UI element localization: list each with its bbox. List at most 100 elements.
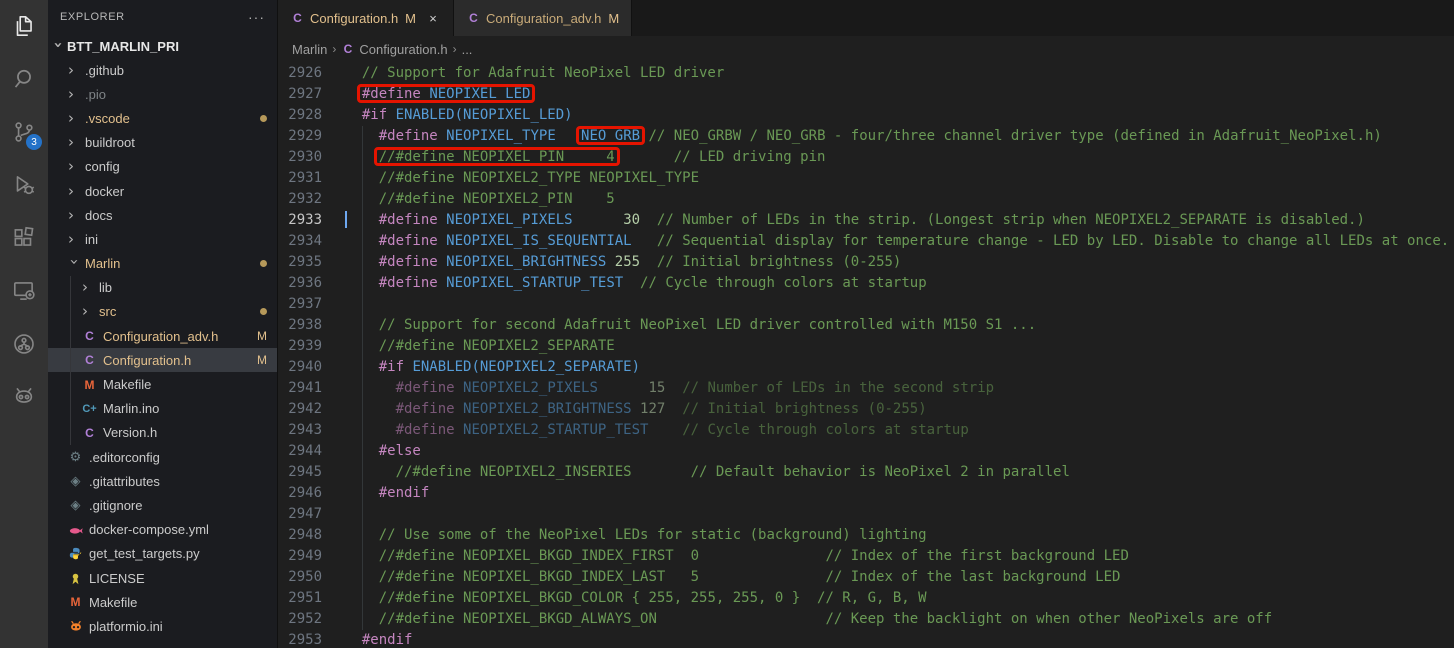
- code-line-2926[interactable]: 2926 // Support for Adafruit NeoPixel LE…: [278, 63, 1454, 84]
- code-line-text: #define NEOPIXEL_TYPE NEO_GRB // NEO_GRB…: [345, 126, 1382, 147]
- tree-item--pio[interactable]: ›.pio: [48, 82, 277, 106]
- file-name: .vscode: [85, 111, 130, 126]
- git-modified-badge: M: [257, 353, 267, 367]
- extensions-icon[interactable]: [8, 222, 40, 254]
- tree-item-docker[interactable]: ›docker: [48, 179, 277, 203]
- tree-item-docs[interactable]: ›docs: [48, 203, 277, 227]
- tree-item-version-h[interactable]: CVersion.h: [48, 421, 277, 445]
- file-tree: ›.github›.pio›.vscode›buildroot›config›d…: [48, 58, 277, 639]
- code-line-2937[interactable]: 2937: [278, 294, 1454, 315]
- code-line-2927[interactable]: 2927 #define NEOPIXEL_LED: [278, 84, 1454, 105]
- line-number: 2928: [278, 105, 322, 126]
- c-file-icon: C: [82, 425, 97, 440]
- code-line-2939[interactable]: 2939 //#define NEOPIXEL2_SEPARATE: [278, 336, 1454, 357]
- line-number: 2933: [278, 210, 322, 231]
- code-line-2949[interactable]: 2949 //#define NEOPIXEL_BKGD_INDEX_FIRST…: [278, 546, 1454, 567]
- code-line-2936[interactable]: 2936 #define NEOPIXEL_STARTUP_TEST // Cy…: [278, 273, 1454, 294]
- platformio-icon[interactable]: [8, 381, 40, 413]
- workspace-section-header[interactable]: › BTT_MARLIN_PRI: [48, 34, 277, 58]
- tree-item-lib[interactable]: ›lib: [48, 276, 277, 300]
- code-line-2929[interactable]: 2929 #define NEOPIXEL_TYPE NEO_GRB // NE…: [278, 126, 1454, 147]
- tab-configuration-h[interactable]: C Configuration.h M ×: [278, 0, 454, 36]
- code-line-2935[interactable]: 2935 #define NEOPIXEL_BRIGHTNESS 255 // …: [278, 252, 1454, 273]
- code-line-2945[interactable]: 2945 //#define NEOPIXEL2_INSERIES // Def…: [278, 462, 1454, 483]
- chevron-right-icon: ›: [68, 208, 80, 223]
- breadcrumb-file[interactable]: Configuration.h: [359, 42, 447, 57]
- tab-configuration-adv-h[interactable]: C Configuration_adv.h M: [454, 0, 632, 36]
- breadcrumb: Marlin › C Configuration.h › ...: [278, 36, 1454, 62]
- tree-item-get-test-targets-py[interactable]: get_test_targets.py: [48, 542, 277, 566]
- code-line-2946[interactable]: 2946 #endif: [278, 483, 1454, 504]
- tree-item-src[interactable]: ›src: [48, 300, 277, 324]
- code-line-2933[interactable]: 2933 #define NEOPIXEL_PIXELS 30 // Numbe…: [278, 210, 1454, 231]
- code-line-text: #if ENABLED(NEOPIXEL2_SEPARATE): [345, 357, 640, 378]
- code-line-2948[interactable]: 2948 // Use some of the NeoPixel LEDs fo…: [278, 525, 1454, 546]
- tree-item--gitignore[interactable]: ◈.gitignore: [48, 493, 277, 517]
- line-number: 2940: [278, 357, 322, 378]
- close-icon[interactable]: ×: [425, 11, 441, 26]
- more-actions-icon[interactable]: ···: [248, 9, 265, 25]
- git-file-icon: ◈: [68, 498, 83, 513]
- code-line-2947[interactable]: 2947: [278, 504, 1454, 525]
- source-control-icon[interactable]: 3: [8, 116, 40, 148]
- code-line-2932[interactable]: 2932 //#define NEOPIXEL2_PIN 5: [278, 189, 1454, 210]
- file-name: Makefile: [89, 595, 137, 610]
- tree-item-platformio-ini[interactable]: platformio.ini: [48, 614, 277, 638]
- tree-item-config[interactable]: ›config: [48, 155, 277, 179]
- file-name: .github: [85, 63, 124, 78]
- line-number: 2926: [278, 63, 322, 84]
- code-line-2940[interactable]: 2940 #if ENABLED(NEOPIXEL2_SEPARATE): [278, 357, 1454, 378]
- tree-item-configuration-h[interactable]: CConfiguration.hM: [48, 348, 277, 372]
- code-line-text: //#define NEOPIXEL_BKGD_INDEX_FIRST 0 //…: [345, 546, 1129, 567]
- run-and-debug-icon[interactable]: [8, 169, 40, 201]
- breadcrumb-separator-icon: ›: [332, 42, 336, 56]
- code-line-2951[interactable]: 2951 //#define NEOPIXEL_BKGD_COLOR { 255…: [278, 588, 1454, 609]
- code-line-2938[interactable]: 2938 // Support for second Adafruit NeoP…: [278, 315, 1454, 336]
- breadcrumb-folder[interactable]: Marlin: [292, 42, 327, 57]
- code-line-2953[interactable]: 2953 #endif: [278, 630, 1454, 648]
- chevron-down-icon: ›: [51, 41, 66, 53]
- code-line-text: #if ENABLED(NEOPIXEL_LED): [345, 105, 573, 126]
- tree-item-marlin[interactable]: ›Marlin: [48, 252, 277, 276]
- git-modified-badge: M: [257, 329, 267, 343]
- code-line-text: //#define NEOPIXEL2_PIN 5: [345, 189, 615, 210]
- makefile-icon: M: [82, 377, 97, 392]
- code-line-2952[interactable]: 2952 //#define NEOPIXEL_BKGD_ALWAYS_ON /…: [278, 609, 1454, 630]
- remote-explorer-icon[interactable]: [8, 275, 40, 307]
- tree-item--gitattributes[interactable]: ◈.gitattributes: [48, 469, 277, 493]
- code-line-2928[interactable]: 2928 #if ENABLED(NEOPIXEL_LED): [278, 105, 1454, 126]
- file-name: Makefile: [103, 377, 151, 392]
- code-line-2943[interactable]: 2943 #define NEOPIXEL2_STARTUP_TEST // C…: [278, 420, 1454, 441]
- explorer-header: EXPLORER ···: [48, 0, 277, 34]
- git-graph-icon[interactable]: [8, 328, 40, 360]
- code-line-text: #define NEOPIXEL_PIXELS 30 // Number of …: [345, 210, 1365, 231]
- code-line-2931[interactable]: 2931 //#define NEOPIXEL2_TYPE NEOPIXEL_T…: [278, 168, 1454, 189]
- tree-item--editorconfig[interactable]: ⚙.editorconfig: [48, 445, 277, 469]
- python-icon: [68, 546, 83, 561]
- tree-item--github[interactable]: ›.github: [48, 58, 277, 82]
- code-editor[interactable]: 2926 // Support for Adafruit NeoPixel LE…: [278, 62, 1454, 648]
- tree-item-ini[interactable]: ›ini: [48, 227, 277, 251]
- code-line-text: #else: [345, 441, 421, 462]
- tree-item-license[interactable]: LICENSE: [48, 566, 277, 590]
- tree-item-makefile[interactable]: MMakefile: [48, 590, 277, 614]
- code-line-2944[interactable]: 2944 #else: [278, 441, 1454, 462]
- tree-item-marlin-ino[interactable]: C+Marlin.ino: [48, 397, 277, 421]
- line-number: 2927: [278, 84, 322, 105]
- breadcrumb-separator-icon: ›: [453, 42, 457, 56]
- search-icon[interactable]: [8, 63, 40, 95]
- code-line-2934[interactable]: 2934 #define NEOPIXEL_IS_SEQUENTIAL // S…: [278, 231, 1454, 252]
- tree-item-configuration-adv-h[interactable]: CConfiguration_adv.hM: [48, 324, 277, 348]
- platformio-alien-icon: [68, 619, 83, 634]
- code-line-2930[interactable]: 2930 //#define NEOPIXEL_PIN 4 // LED dri…: [278, 147, 1454, 168]
- tree-item-docker-compose-yml[interactable]: docker-compose.yml: [48, 518, 277, 542]
- breadcrumb-symbol[interactable]: ...: [462, 42, 473, 57]
- tree-item-makefile[interactable]: M Makefile: [48, 372, 277, 396]
- code-line-2942[interactable]: 2942 #define NEOPIXEL2_BRIGHTNESS 127 //…: [278, 399, 1454, 420]
- code-line-2941[interactable]: 2941 #define NEOPIXEL2_PIXELS 15 // Numb…: [278, 378, 1454, 399]
- tree-item--vscode[interactable]: ›.vscode: [48, 106, 277, 130]
- explorer-icon[interactable]: [8, 10, 40, 42]
- code-line-2950[interactable]: 2950 //#define NEOPIXEL_BKGD_INDEX_LAST …: [278, 567, 1454, 588]
- tree-item-buildroot[interactable]: ›buildroot: [48, 131, 277, 155]
- line-number: 2949: [278, 546, 322, 567]
